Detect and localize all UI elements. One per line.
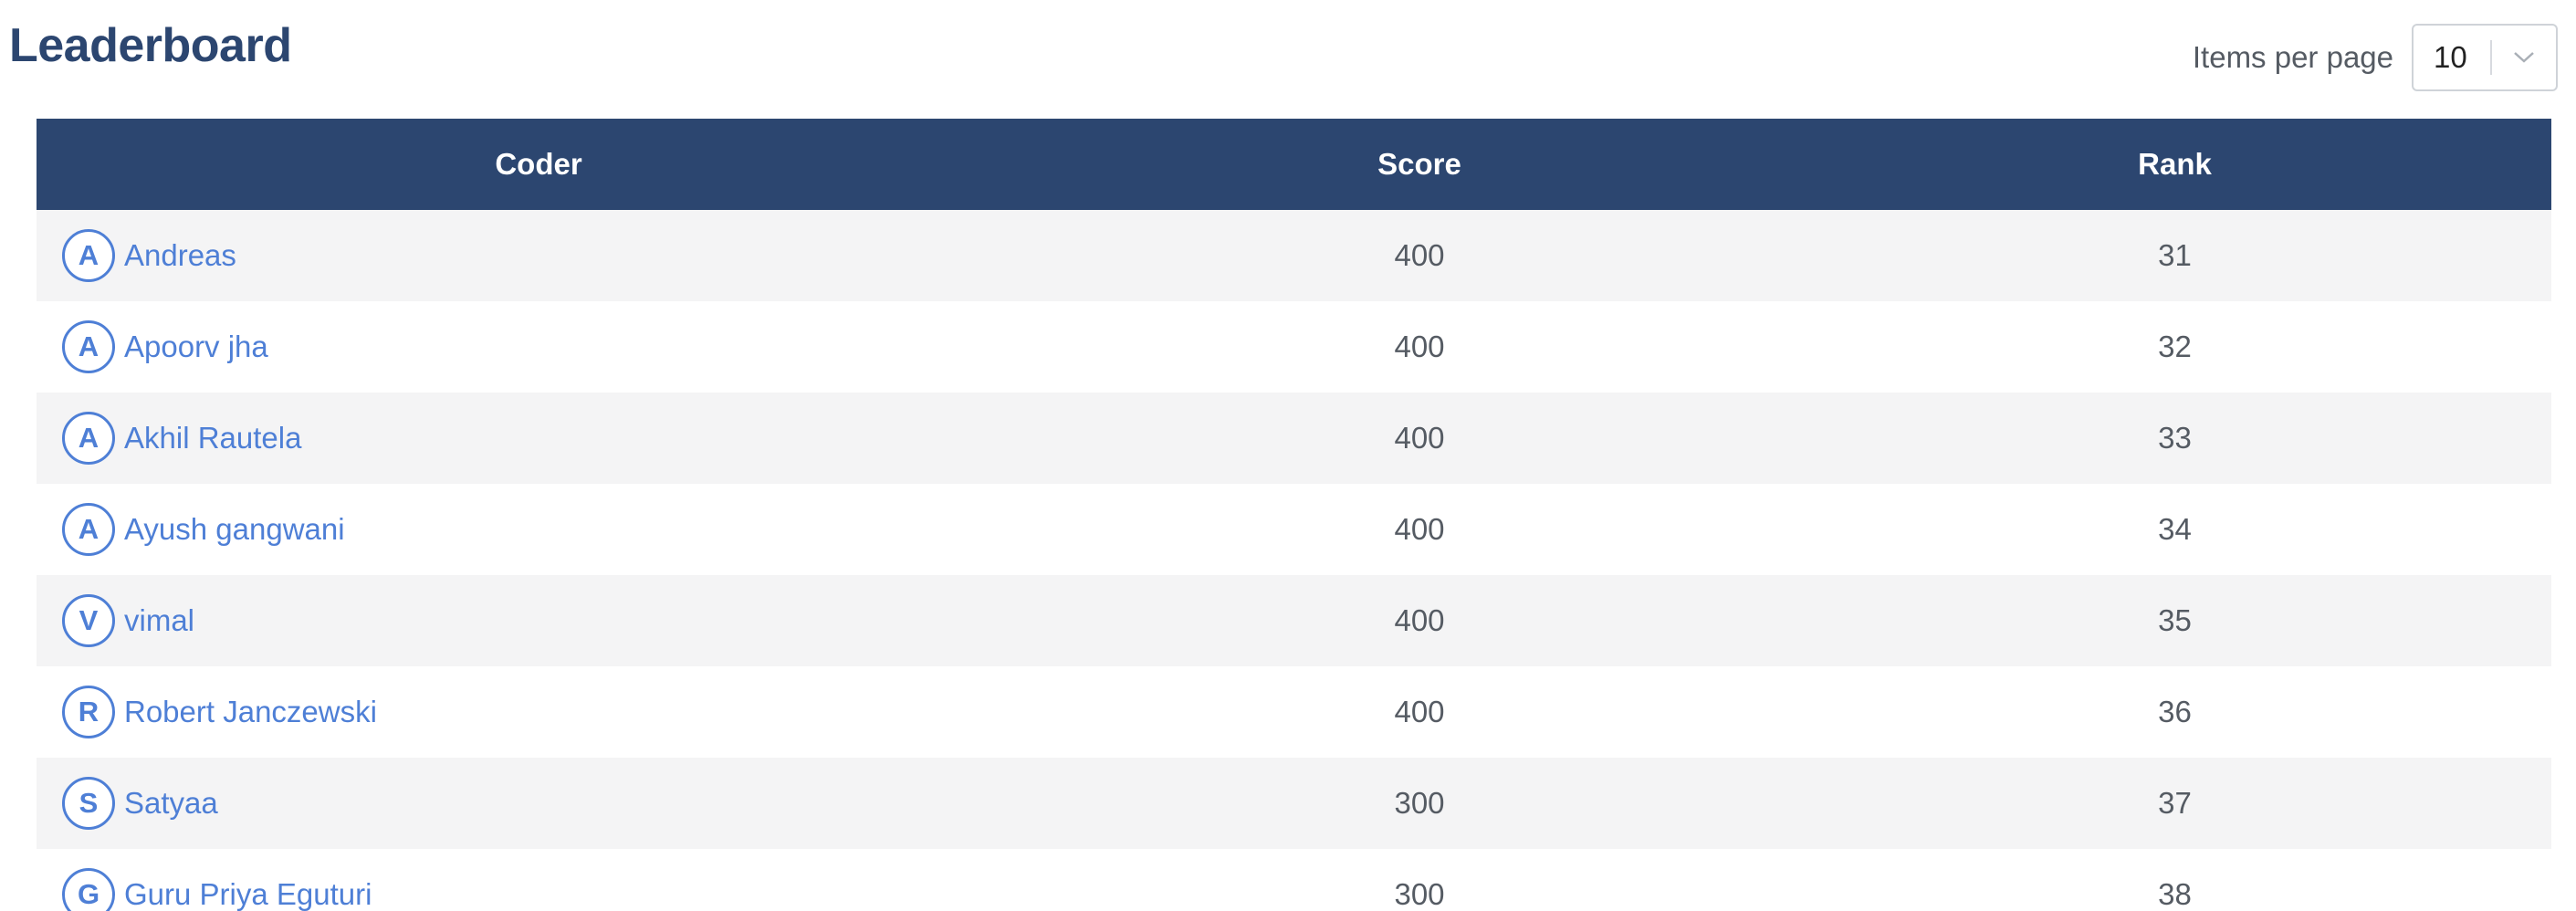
column-header-coder: Coder <box>495 147 582 181</box>
avatar[interactable]: V <box>62 594 115 647</box>
coder-name-link[interactable]: Robert Janczewski <box>124 695 377 729</box>
items-per-page-label: Items per page <box>2192 40 2393 74</box>
items-per-page-select[interactable]: 10 <box>2412 24 2558 91</box>
coder-name-link[interactable]: vimal <box>124 603 194 638</box>
rank-cell: 34 <box>2158 512 2192 546</box>
chevron-down-icon[interactable] <box>2492 51 2556 64</box>
coder-cell: G Guru Priya Eguturi <box>37 868 1041 911</box>
rank-cell: 32 <box>2158 330 2192 363</box>
coder-cell: S Satyaa <box>37 777 1041 830</box>
avatar[interactable]: G <box>62 868 115 911</box>
table-row: R Robert Janczewski 400 36 <box>37 666 2551 758</box>
avatar[interactable]: R <box>62 686 115 738</box>
coder-name-link[interactable]: Ayush gangwani <box>124 512 345 547</box>
avatar[interactable]: A <box>62 412 115 465</box>
avatar[interactable]: A <box>62 229 115 282</box>
avatar[interactable]: S <box>62 777 115 830</box>
coder-cell: R Robert Janczewski <box>37 686 1041 738</box>
score-cell: 300 <box>1394 877 1445 911</box>
table-header: Coder Score Rank <box>37 119 2551 210</box>
coder-cell: Vvimal <box>37 594 1041 647</box>
coder-name-link[interactable]: Apoorv jha <box>124 330 268 364</box>
score-cell: 400 <box>1394 421 1445 455</box>
coder-name-link[interactable]: Guru Priya Eguturi <box>124 877 372 911</box>
score-cell: 300 <box>1394 786 1445 820</box>
table-row: G Guru Priya Eguturi 300 38 <box>37 849 2551 911</box>
avatar[interactable]: A <box>62 503 115 556</box>
coder-cell: A Apoorv jha <box>37 320 1041 373</box>
leaderboard-table: Coder Score Rank A Andreas 400 31 A Apoorv jh… <box>37 119 2551 911</box>
rank-cell: 36 <box>2158 695 2192 728</box>
score-cell: 400 <box>1394 603 1445 637</box>
coder-cell: A Andreas <box>37 229 1041 282</box>
score-cell: 400 <box>1394 695 1445 728</box>
leaderboard-page: Leaderboard Items per page 10 Coder Scor… <box>0 0 2576 911</box>
rank-cell: 33 <box>2158 421 2192 455</box>
table-body: A Andreas 400 31 A Apoorv jha 400 32 A Akhil Raut… <box>37 210 2551 911</box>
items-per-page-control: Items per page 10 <box>2193 24 2558 91</box>
table-row: A Ayush gangwani 400 34 <box>37 484 2551 575</box>
coder-cell: A Akhil Rautela <box>37 412 1041 465</box>
column-header-rank: Rank <box>2138 147 2212 181</box>
items-per-page-value: 10 <box>2434 40 2467 74</box>
coder-name-link[interactable]: Satyaa <box>124 786 218 821</box>
coder-name-link[interactable]: Andreas <box>124 238 236 273</box>
page-title: Leaderboard <box>9 19 292 72</box>
table-row: A Andreas 400 31 <box>37 210 2551 301</box>
rank-cell: 31 <box>2158 238 2192 272</box>
table-row: S Satyaa 300 37 <box>37 758 2551 849</box>
table-row: Vvimal 400 35 <box>37 575 2551 666</box>
coder-name-link[interactable]: Akhil Rautela <box>124 421 301 456</box>
rank-cell: 35 <box>2158 603 2192 637</box>
table-row: A Akhil Rautela 400 33 <box>37 393 2551 484</box>
score-cell: 400 <box>1394 238 1445 272</box>
score-cell: 400 <box>1394 512 1445 546</box>
column-header-score: Score <box>1377 147 1461 181</box>
table-row: A Apoorv jha 400 32 <box>37 301 2551 393</box>
rank-cell: 38 <box>2158 877 2192 911</box>
coder-cell: A Ayush gangwani <box>37 503 1041 556</box>
avatar[interactable]: A <box>62 320 115 373</box>
score-cell: 400 <box>1394 330 1445 363</box>
rank-cell: 37 <box>2158 786 2192 820</box>
